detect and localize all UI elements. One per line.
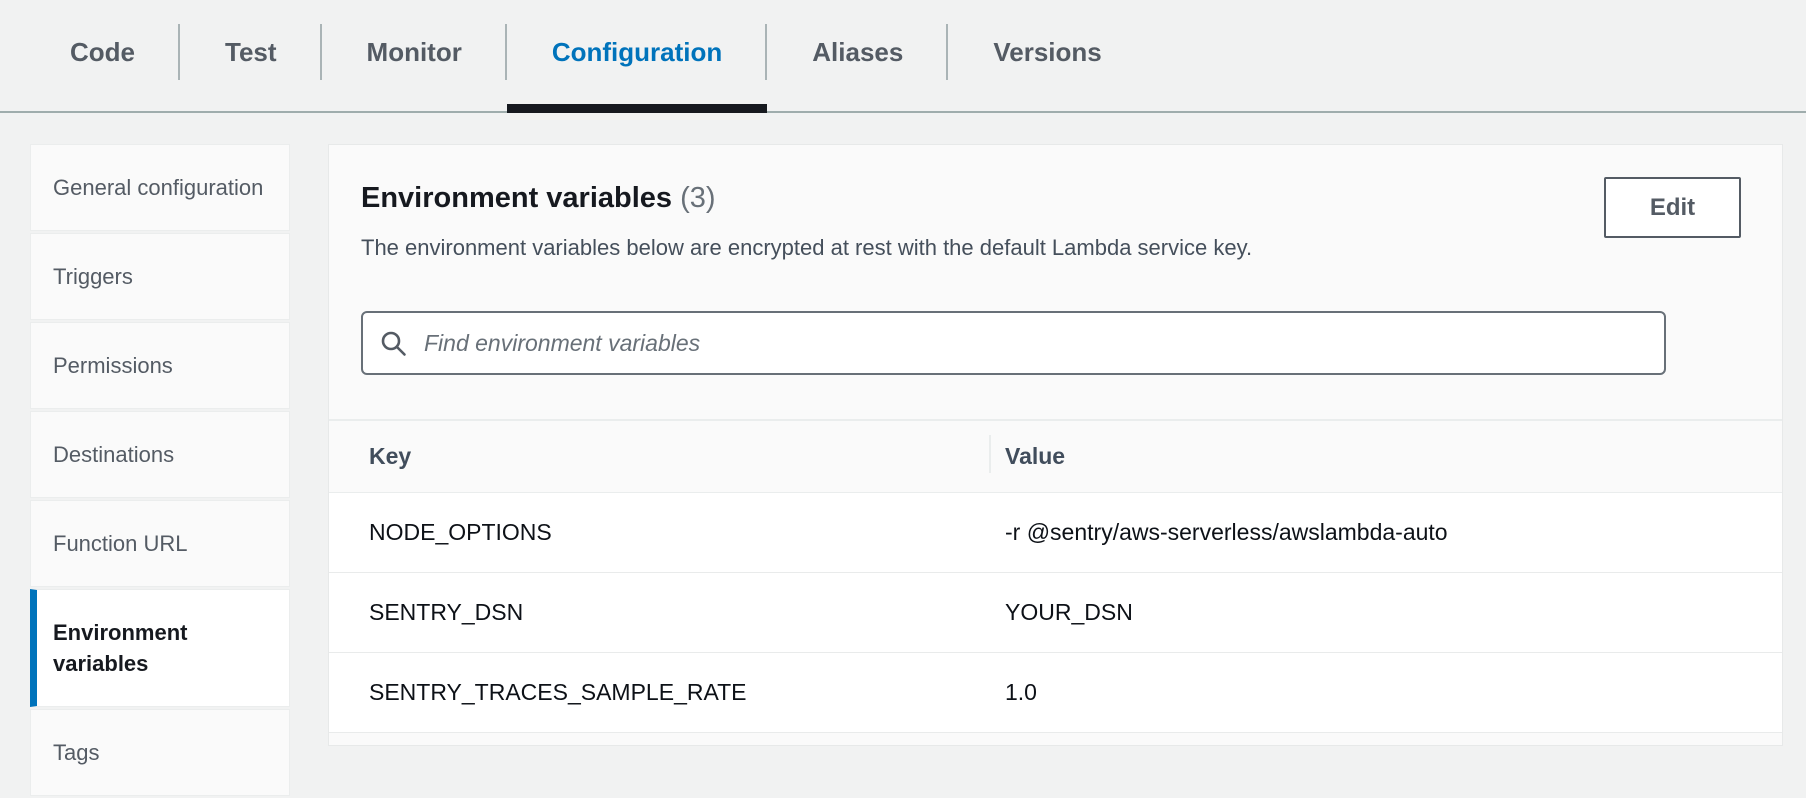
- environment-variables-panel: Environment variables (3) Edit The envir…: [328, 144, 1783, 746]
- panel-title-text: Environment variables: [361, 182, 672, 214]
- sidebar-item-label: Triggers: [53, 264, 133, 289]
- panel-title: Environment variables (3): [361, 179, 1750, 217]
- table-row: NODE_OPTIONS -r @sentry/aws-serverless/a…: [329, 493, 1782, 573]
- table-header-row: Key Value: [329, 421, 1782, 493]
- column-header-value: Value: [991, 443, 1782, 470]
- sidebar-item[interactable]: Environment variables: [30, 589, 290, 707]
- panel-description: The environment variables below are encr…: [361, 234, 1750, 262]
- edit-button[interactable]: Edit: [1604, 177, 1741, 238]
- env-var-value: -r @sentry/aws-serverless/awslambda-auto: [991, 519, 1782, 546]
- env-var-key: SENTRY_TRACES_SAMPLE_RATE: [329, 679, 991, 706]
- search-icon: [380, 330, 407, 357]
- tab-label: Aliases: [812, 37, 903, 68]
- sidebar-item[interactable]: Triggers: [30, 233, 290, 320]
- sidebar-item-label: Function URL: [53, 531, 188, 556]
- table-body: NODE_OPTIONS -r @sentry/aws-serverless/a…: [329, 493, 1782, 733]
- tab[interactable]: Test: [180, 0, 322, 104]
- sidebar-item[interactable]: Permissions: [30, 322, 290, 409]
- sidebar-item-label: Tags: [53, 740, 99, 765]
- sidebar-item-label: General configuration: [53, 175, 263, 200]
- sidebar-item[interactable]: Function URL: [30, 500, 290, 587]
- env-var-key: SENTRY_DSN: [329, 599, 991, 626]
- tab-label: Configuration: [552, 37, 722, 68]
- search-input[interactable]: [422, 329, 1647, 358]
- tab[interactable]: Code: [25, 0, 180, 104]
- tab-label: Test: [225, 37, 277, 68]
- tab-label: Monitor: [367, 37, 462, 68]
- tab[interactable]: Aliases: [767, 0, 948, 104]
- tab-bar-divider: [0, 111, 1806, 113]
- sidebar-item[interactable]: Destinations: [30, 411, 290, 498]
- env-var-value: 1.0: [991, 679, 1782, 706]
- tab-label: Code: [70, 37, 135, 68]
- env-var-value: YOUR_DSN: [991, 599, 1782, 626]
- table-row: SENTRY_DSN YOUR_DSN: [329, 573, 1782, 653]
- tab[interactable]: Configuration: [507, 0, 767, 104]
- sidebar-item-label: Destinations: [53, 442, 174, 467]
- env-var-key: NODE_OPTIONS: [329, 519, 991, 546]
- tab-label: Versions: [993, 37, 1101, 68]
- tab[interactable]: Versions: [948, 0, 1146, 104]
- tab[interactable]: Monitor: [322, 0, 507, 104]
- sidebar-item-label: Environment variables: [53, 620, 187, 676]
- sidebar-item-label: Permissions: [53, 353, 173, 378]
- table-row: SENTRY_TRACES_SAMPLE_RATE 1.0: [329, 653, 1782, 733]
- sidebar-item[interactable]: Tags: [30, 709, 290, 796]
- column-header-key: Key: [329, 443, 991, 470]
- function-tab-bar: Code Test Monitor Configuration Aliases …: [0, 0, 1806, 113]
- sidebar-item[interactable]: General configuration: [30, 144, 290, 231]
- panel-title-count: (3): [680, 182, 715, 214]
- configuration-sidebar: General configuration Triggers Permissio…: [30, 144, 290, 798]
- search-box: [361, 311, 1666, 375]
